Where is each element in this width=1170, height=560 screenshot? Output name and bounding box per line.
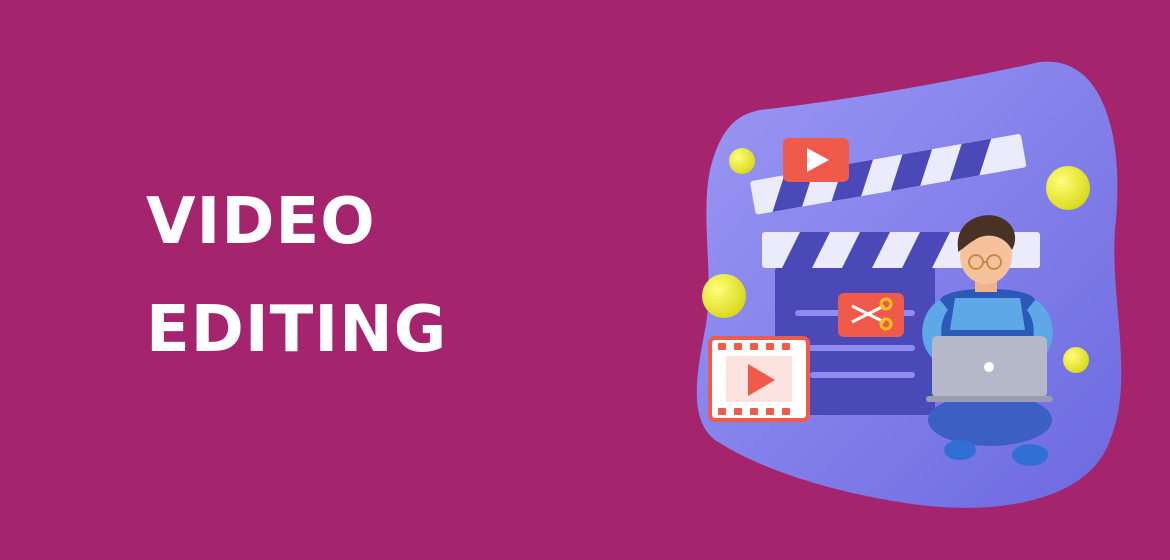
yellow-ball (1046, 166, 1090, 210)
headline-line-2: EDITING (146, 293, 448, 367)
video-editing-illustration (696, 61, 1122, 508)
yellow-ball (1063, 347, 1089, 373)
play-icon (783, 138, 849, 182)
film-strip-icon (708, 336, 810, 422)
headline: VIDEO EDITING (146, 168, 447, 384)
banner: VIDEO EDITING (0, 0, 1170, 560)
yellow-ball (729, 148, 755, 174)
headline-line-1: VIDEO (146, 185, 376, 259)
yellow-ball (702, 274, 746, 318)
laptop-icon (926, 336, 1053, 402)
scissors-icon (838, 293, 904, 337)
